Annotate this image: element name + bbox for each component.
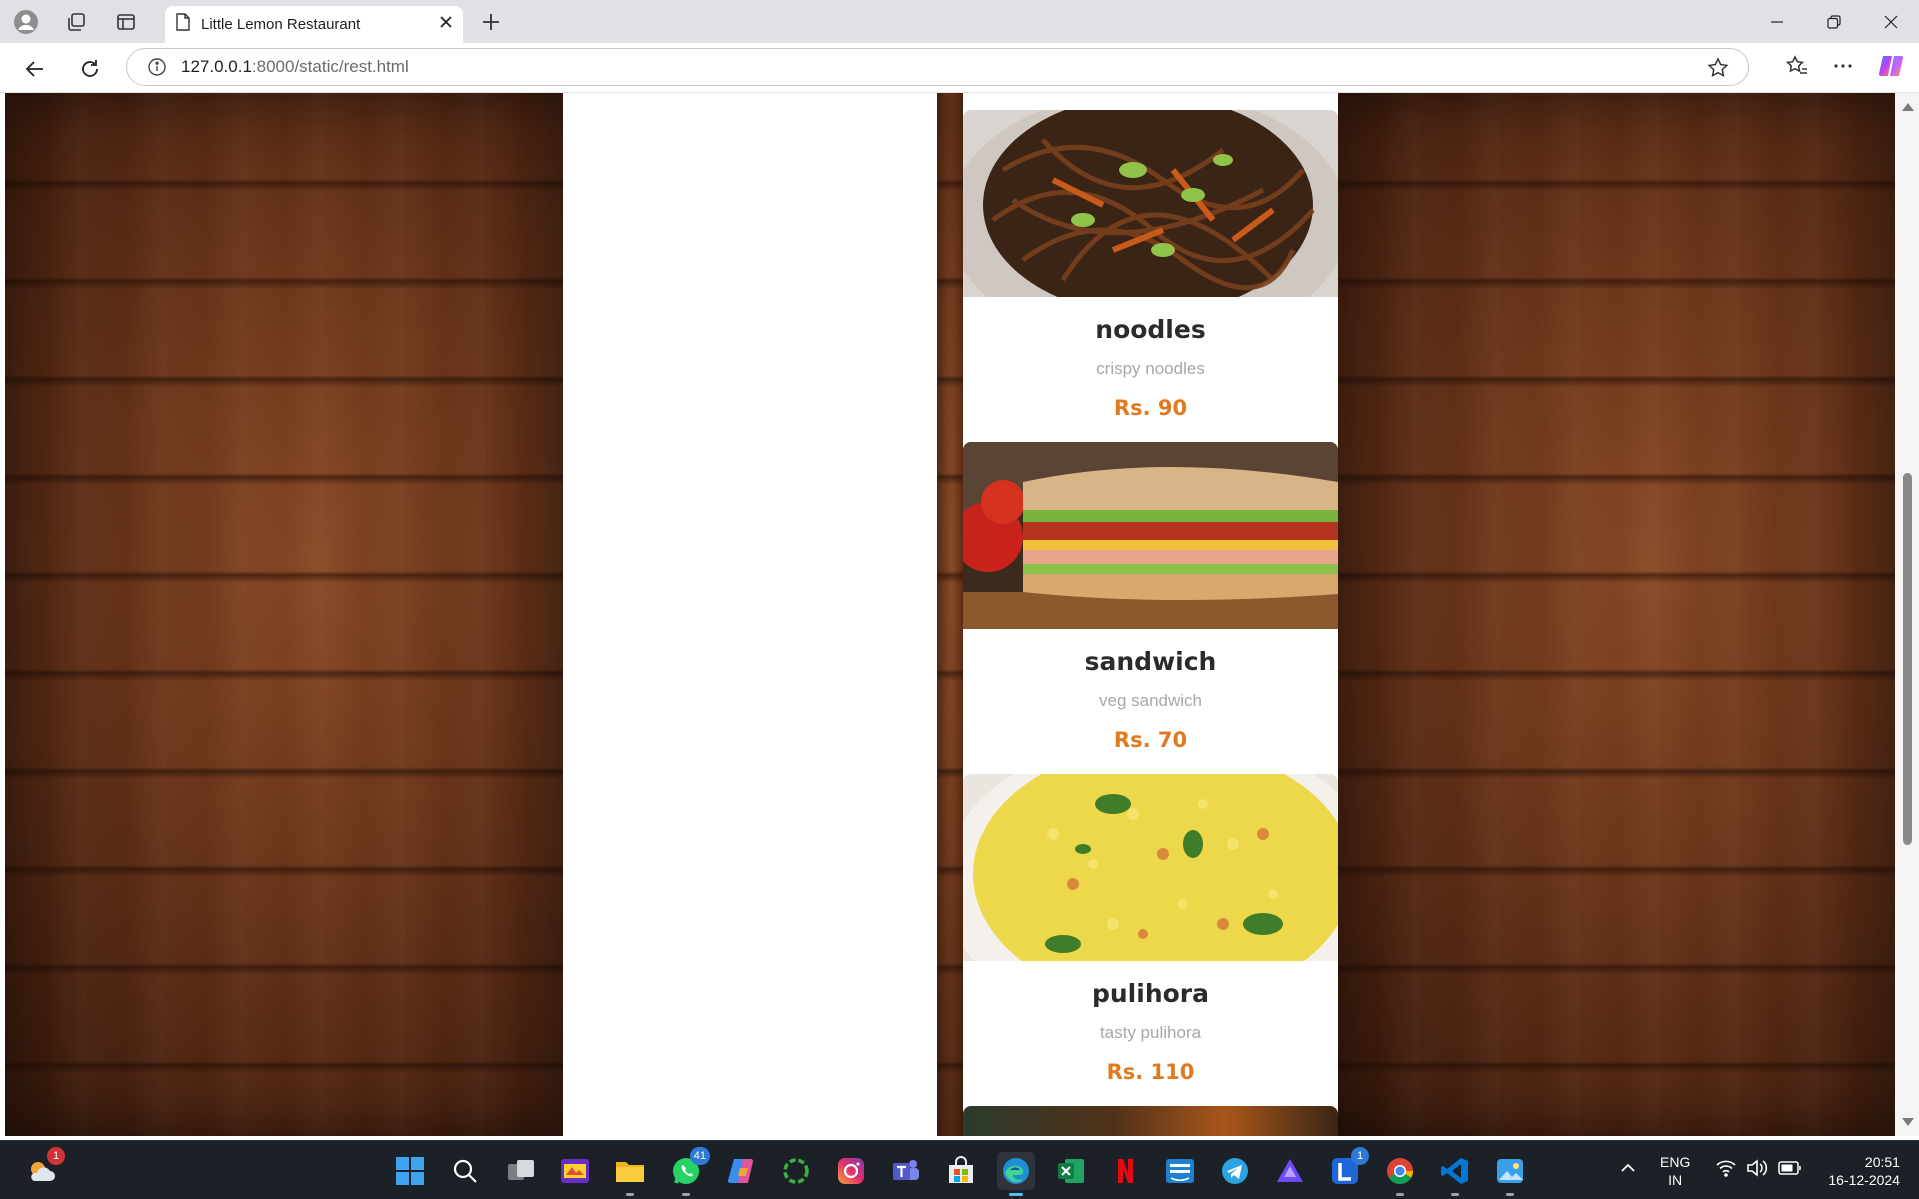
url-field[interactable]: 127.0.0.1:8000/static/rest.html bbox=[126, 48, 1749, 86]
weather-icon[interactable]: 1 bbox=[22, 1147, 65, 1190]
chevron-up-icon[interactable] bbox=[1620, 1160, 1636, 1181]
scroll-thumb[interactable] bbox=[1903, 473, 1912, 845]
language-indicator[interactable]: ENG IN bbox=[1660, 1153, 1690, 1189]
item-name: noodles bbox=[1095, 315, 1206, 344]
page-icon bbox=[175, 13, 191, 36]
profile-icon[interactable] bbox=[10, 8, 42, 36]
microsoft-store-icon[interactable] bbox=[942, 1152, 980, 1190]
address-toolbar: 127.0.0.1:8000/static/rest.html bbox=[0, 43, 1919, 93]
active-tab[interactable]: Little Lemon Restaurant bbox=[165, 6, 463, 43]
battery-icon[interactable] bbox=[1778, 1161, 1802, 1180]
netflix-icon[interactable] bbox=[1106, 1152, 1144, 1190]
photos-icon[interactable] bbox=[1491, 1152, 1529, 1196]
favorite-star-icon[interactable] bbox=[1706, 56, 1730, 85]
url-path: :8000/static/rest.html bbox=[251, 57, 409, 76]
clock-date: 16-12-2024 bbox=[1828, 1171, 1900, 1188]
wood-background-right bbox=[1338, 93, 1895, 1136]
clock-time: 20:51 bbox=[1864, 1153, 1900, 1170]
edge-icon[interactable] bbox=[997, 1152, 1035, 1196]
close-window-button[interactable] bbox=[1862, 0, 1919, 43]
minimize-button[interactable] bbox=[1748, 0, 1805, 43]
system-tray: ENG IN 20:51 16-12-2024 bbox=[1620, 1141, 1900, 1199]
prime-video-icon[interactable] bbox=[1161, 1152, 1199, 1190]
telegram-icon[interactable] bbox=[1216, 1152, 1254, 1190]
item-price: Rs. 110 bbox=[1106, 1060, 1195, 1084]
item-description: veg sandwich bbox=[1098, 691, 1202, 710]
wood-background-left bbox=[5, 93, 563, 1136]
task-view-icon[interactable] bbox=[502, 1152, 540, 1190]
whatsapp-badge: 41 bbox=[689, 1147, 710, 1165]
instagram-icon[interactable] bbox=[832, 1152, 870, 1190]
page-viewport: noodles crispy noodles Rs. 90 sandwich v… bbox=[0, 93, 1919, 1136]
refresh-icon[interactable] bbox=[75, 54, 105, 84]
whatsapp-icon[interactable]: 41 bbox=[667, 1147, 710, 1196]
copilot-icon[interactable] bbox=[1877, 52, 1905, 85]
clock[interactable]: 20:51 16-12-2024 bbox=[1828, 1153, 1900, 1189]
noodles-photo bbox=[963, 110, 1338, 297]
menu-card-pulihora[interactable]: pulihora tasty pulihora Rs. 110 bbox=[963, 774, 1338, 1106]
blank-column bbox=[563, 93, 937, 1136]
windows-taskbar: 1 41 1 ENG IN 20:51 16-12-2024 bbox=[0, 1140, 1919, 1199]
scroll-down-arrow-icon[interactable] bbox=[1902, 1118, 1914, 1126]
menu-card-noodles[interactable]: noodles crispy noodles Rs. 90 bbox=[963, 110, 1338, 442]
restore-button[interactable] bbox=[1805, 0, 1862, 43]
file-explorer-icon[interactable] bbox=[611, 1152, 649, 1196]
search-icon[interactable] bbox=[446, 1152, 484, 1190]
url-text: 127.0.0.1:8000/static/rest.html bbox=[181, 57, 409, 77]
weather-badge: 1 bbox=[47, 1147, 65, 1165]
excel-icon[interactable] bbox=[1052, 1152, 1090, 1190]
item-name: sandwich bbox=[1084, 647, 1217, 676]
menu-card-sandwich[interactable]: sandwich veg sandwich Rs. 70 bbox=[963, 442, 1338, 774]
l-app-badge: 1 bbox=[1351, 1147, 1369, 1165]
back-icon[interactable] bbox=[20, 54, 50, 84]
item-description: crispy noodles bbox=[1096, 359, 1205, 378]
circle-app-icon[interactable] bbox=[777, 1152, 815, 1190]
vscode-icon[interactable] bbox=[1436, 1152, 1474, 1196]
favorites-icon[interactable] bbox=[1785, 54, 1809, 83]
url-host: 127.0.0.1 bbox=[181, 57, 252, 76]
game-icon[interactable] bbox=[556, 1152, 594, 1190]
item-price: Rs. 70 bbox=[1113, 728, 1188, 752]
l-app-icon[interactable]: 1 bbox=[1326, 1147, 1369, 1190]
page-scrollbar[interactable] bbox=[1895, 93, 1919, 1136]
windows-start-icon[interactable] bbox=[391, 1152, 429, 1190]
scroll-up-arrow-icon[interactable] bbox=[1902, 103, 1914, 111]
tab-title: Little Lemon Restaurant bbox=[201, 16, 361, 33]
proton-vpn-icon[interactable] bbox=[1271, 1152, 1309, 1190]
close-tab-icon[interactable] bbox=[439, 15, 453, 34]
item-name: pulihora bbox=[1091, 979, 1209, 1008]
chrome-icon[interactable] bbox=[1381, 1152, 1419, 1196]
region-code: IN bbox=[1668, 1171, 1683, 1188]
copilot-app-icon[interactable] bbox=[722, 1152, 760, 1190]
wood-background-gap bbox=[937, 93, 963, 1136]
item-description: tasty pulihora bbox=[1099, 1023, 1202, 1042]
sandwich-photo bbox=[963, 442, 1338, 629]
new-tab-button[interactable] bbox=[474, 8, 508, 36]
item-price: Rs. 90 bbox=[1113, 396, 1188, 420]
pulihora-photo bbox=[963, 774, 1338, 961]
next-menu-card-image bbox=[963, 1106, 1338, 1136]
language-code: ENG bbox=[1660, 1153, 1691, 1170]
site-info-icon[interactable] bbox=[137, 57, 177, 77]
vertical-tabs-icon[interactable] bbox=[110, 8, 142, 36]
volume-icon[interactable] bbox=[1746, 1159, 1768, 1182]
teams-icon[interactable] bbox=[887, 1152, 925, 1190]
wifi-icon[interactable] bbox=[1716, 1159, 1736, 1182]
tab-strip: Little Lemon Restaurant bbox=[0, 0, 1919, 43]
menu-list: noodles crispy noodles Rs. 90 sandwich v… bbox=[963, 93, 1338, 1136]
more-options-icon[interactable] bbox=[1831, 54, 1855, 83]
workspaces-icon[interactable] bbox=[60, 8, 92, 36]
